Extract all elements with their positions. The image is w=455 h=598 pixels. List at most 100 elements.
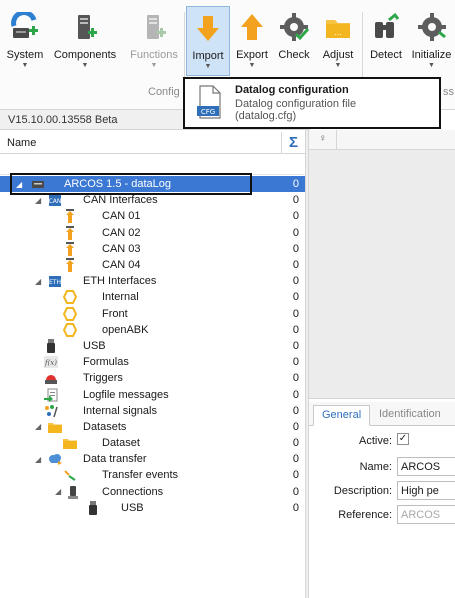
tree-label: CAN 01 <box>102 210 141 223</box>
tree-row-can-03[interactable]: CAN 03 0 <box>0 241 305 257</box>
expander-icon[interactable]: ◢ <box>35 455 41 464</box>
tree-row-can-01[interactable]: CAN 01 0 <box>0 208 305 224</box>
detect-button[interactable]: Detect <box>366 6 406 76</box>
tree-row-transfer-events[interactable]: Transfer events 0 <box>0 467 305 483</box>
tree-row-can-04[interactable]: CAN 04 0 <box>0 257 305 273</box>
tree-row-eth-interfaces[interactable]: ◢ ETH ETH Interfaces 0 <box>0 273 305 289</box>
tree-count: 0 <box>292 356 299 369</box>
expander-icon[interactable]: ◢ <box>35 422 41 431</box>
ribbon-separator <box>184 12 185 78</box>
properties-panel: Active: ✓ Name: ARCOS Description: High … <box>309 426 455 598</box>
description-row: Description: High pe <box>309 480 455 502</box>
components-button[interactable]: Components ▼ <box>50 6 120 76</box>
popup-subtitle: Datalog configuration file (datalog.cfg) <box>235 98 356 122</box>
tab-identification[interactable]: Identification <box>371 405 449 426</box>
expander-icon[interactable]: ◢ <box>55 487 61 496</box>
initialize-button[interactable]: Initialize ▼ <box>408 6 455 76</box>
popup-filename: (datalog.cfg) <box>235 110 297 122</box>
tree-header: Name Σ <box>0 132 305 154</box>
tree-row-triggers[interactable]: Triggers 0 <box>0 370 305 386</box>
tree-row-dataset[interactable]: Dataset 0 <box>0 435 305 451</box>
tree-row-internal[interactable]: Internal 0 <box>0 289 305 305</box>
tree-row-logfile-messages[interactable]: Logfile messages 0 <box>0 386 305 402</box>
ribbon-group-label-right: ss <box>443 86 454 98</box>
description-field[interactable]: High pe <box>397 481 455 500</box>
sigma-column-header[interactable]: Σ <box>281 132 305 153</box>
popup-title: Datalog configuration <box>235 84 349 96</box>
tree-count: 0 <box>292 420 299 433</box>
adjust-label: Adjust <box>322 49 354 61</box>
usb-icon <box>86 500 100 515</box>
tree-row-can-02[interactable]: CAN 02 0 <box>0 225 305 241</box>
chevron-down-icon: ▼ <box>81 62 89 69</box>
tree-row-datasets[interactable]: ◢ Datasets 0 <box>0 419 305 435</box>
chevron-down-icon: ▼ <box>248 62 256 69</box>
tree-count: 0 <box>292 388 299 401</box>
cfg-file-icon: CFG <box>197 85 221 119</box>
dataset-folder-icon <box>63 436 77 450</box>
tree-row-data-transfer[interactable]: ◢ Data transfer 0 <box>0 451 305 467</box>
active-label: Active: <box>358 435 392 447</box>
import-button[interactable]: Import ▼ <box>186 6 230 76</box>
selection-highlight-frame <box>10 173 252 195</box>
can-channel-icon <box>63 209 77 224</box>
export-button[interactable]: Export ▼ <box>232 6 272 76</box>
functions-add-icon <box>137 10 171 44</box>
signals-icon <box>44 404 58 418</box>
tree-count: 0 <box>292 291 299 304</box>
transfer-events-icon <box>63 468 77 482</box>
adjust-button[interactable]: ... Adjust ▼ <box>316 6 360 76</box>
formula-icon: f(x) <box>44 355 58 369</box>
ribbon-group-label: Config <box>148 86 180 98</box>
import-dropdown-item-datalog-configuration[interactable]: CFG Datalog configuration Datalog config… <box>183 77 441 129</box>
functions-button[interactable]: Functions ▼ <box>126 6 182 76</box>
tree-row-front[interactable]: Front 0 <box>0 306 305 322</box>
tree-label: openABK <box>102 323 149 336</box>
active-row: Active: ✓ <box>309 430 455 452</box>
pin-icon[interactable]: ♀ <box>319 133 327 144</box>
tree-label: Data transfer <box>83 453 147 466</box>
active-checkbox[interactable]: ✓ <box>397 433 409 445</box>
tree-row-internal-signals[interactable]: Internal signals 0 <box>0 403 305 419</box>
detect-binoculars-icon <box>369 10 403 44</box>
can-interfaces-icon: CAN <box>48 193 62 207</box>
tree-row-usb[interactable]: USB 0 <box>0 338 305 354</box>
check-button[interactable]: Check <box>274 6 314 76</box>
chevron-down-icon: ▼ <box>21 62 29 69</box>
can-channel-icon <box>63 225 77 240</box>
expander-icon[interactable]: ◢ <box>35 196 41 205</box>
reference-label: Reference: <box>338 509 392 521</box>
name-field[interactable]: ARCOS <box>397 457 455 476</box>
tree-label: USB <box>121 501 144 514</box>
tree-row-connection-usb[interactable]: USB 0 <box>0 500 305 516</box>
tree-count: 0 <box>292 372 299 385</box>
tree-count: 0 <box>292 178 299 191</box>
components-label: Components <box>53 49 117 61</box>
tree-filter-row <box>0 155 305 175</box>
system-button[interactable]: System ▼ <box>2 6 48 76</box>
tree-count: 0 <box>292 210 299 223</box>
system-label: System <box>6 49 44 61</box>
cloud-transfer-icon <box>48 452 62 466</box>
name-column-header[interactable]: Name <box>7 137 36 149</box>
expander-icon[interactable]: ◢ <box>35 277 41 286</box>
tree-count: 0 <box>292 339 299 352</box>
initialize-gear-icon <box>415 10 449 44</box>
folder-icon <box>48 420 62 434</box>
tree-label: Formulas <box>83 356 129 369</box>
tree-row-connections[interactable]: ◢ Connections 0 <box>0 484 305 500</box>
eth-port-icon <box>63 322 77 337</box>
chevron-down-icon: ▼ <box>204 63 212 70</box>
tab-general[interactable]: General <box>313 405 371 426</box>
tree-label: Dataset <box>102 437 140 450</box>
properties-tabs: General Identification <box>309 402 455 426</box>
tree-count: 0 <box>292 226 299 239</box>
import-label: Import <box>192 50 224 62</box>
tree-row-openabk[interactable]: openABK 0 <box>0 322 305 338</box>
description-label: Description: <box>333 485 392 497</box>
reference-field[interactable]: ARCOS <box>397 505 455 524</box>
chevron-down-icon: ▼ <box>428 62 435 69</box>
header-divider <box>336 130 337 150</box>
right-pane-content <box>309 150 455 398</box>
tree-row-formulas[interactable]: f(x) Formulas 0 <box>0 354 305 370</box>
